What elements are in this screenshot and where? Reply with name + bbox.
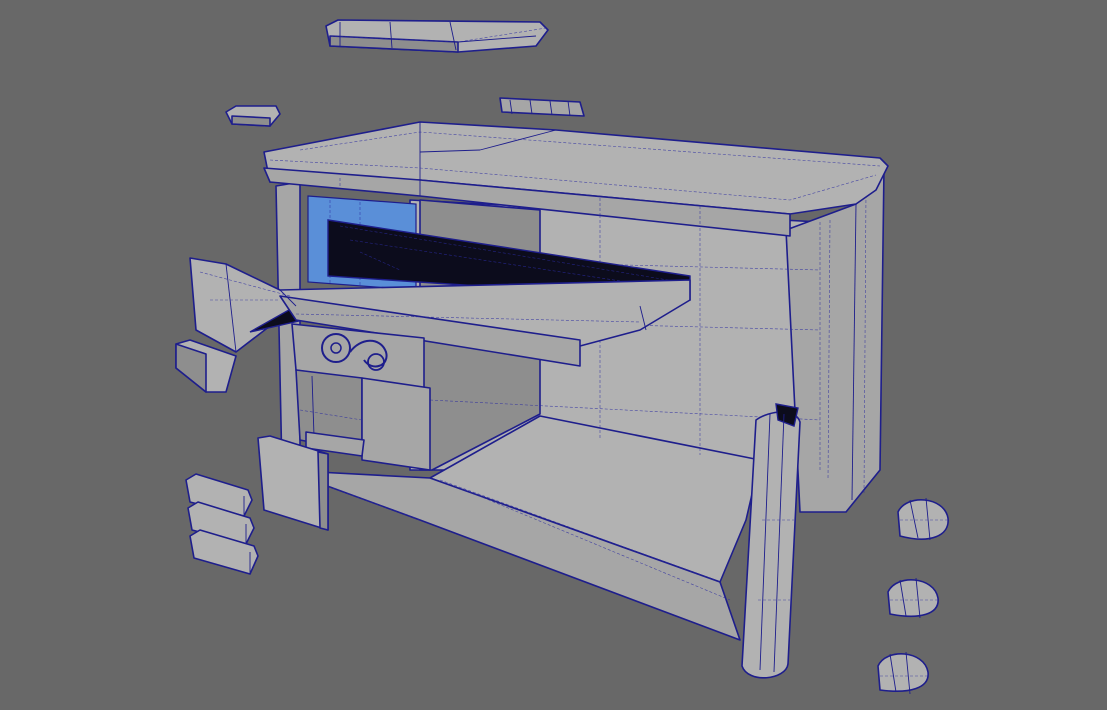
dome-caps[interactable]	[877, 497, 949, 695]
vent-grate[interactable]	[257, 435, 329, 531]
dome-cap[interactable]	[887, 577, 939, 619]
dome-cap[interactable]	[877, 651, 929, 695]
dome-cap[interactable]	[897, 497, 949, 541]
roof-trim-bar[interactable]	[499, 97, 585, 117]
3d-viewport[interactable]	[0, 0, 1107, 710]
roof-slab[interactable]	[325, 19, 549, 53]
small-block[interactable]	[225, 105, 281, 127]
stacked-bricks[interactable]	[185, 473, 259, 575]
mesh-scene[interactable]	[0, 0, 1107, 710]
